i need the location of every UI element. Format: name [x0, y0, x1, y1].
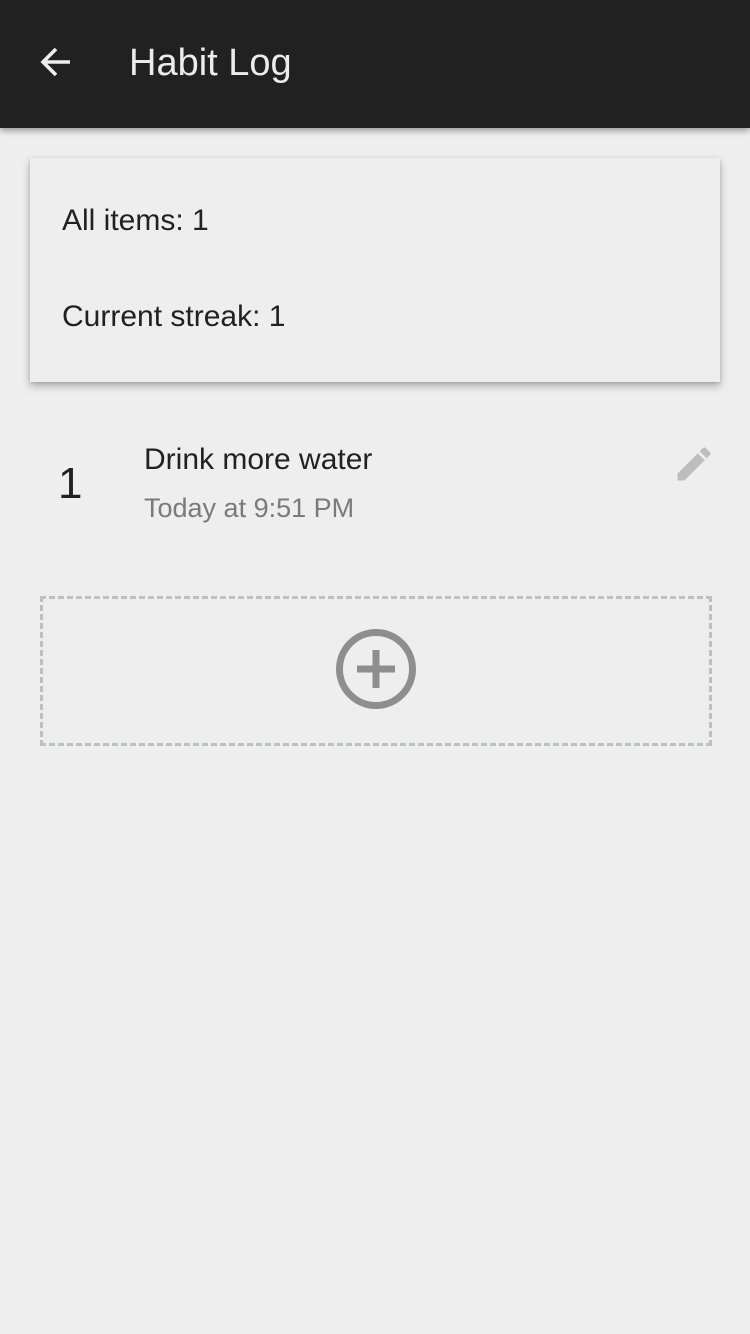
add-entry-button[interactable] — [40, 596, 712, 746]
back-button[interactable] — [24, 32, 88, 96]
entry-timestamp: Today at 9:51 PM — [144, 493, 355, 523]
entry-number: 1 — [58, 459, 83, 508]
stats-card: All items: 1 Current streak: 1 — [30, 158, 720, 382]
arrow-back-icon — [38, 44, 74, 85]
page-title: Habit Log — [129, 42, 292, 84]
app-bar: Habit Log — [0, 0, 750, 128]
entry-title: Drink more water — [144, 443, 373, 476]
plus-circle-icon — [335, 628, 417, 715]
pencil-icon — [672, 442, 716, 491]
list-item[interactable]: 1 Drink more water Today at 9:51 PM — [0, 420, 750, 550]
edit-button[interactable] — [668, 440, 720, 492]
current-streak-count: Current streak: 1 — [62, 300, 286, 333]
all-items-count: All items: 1 — [62, 204, 209, 237]
